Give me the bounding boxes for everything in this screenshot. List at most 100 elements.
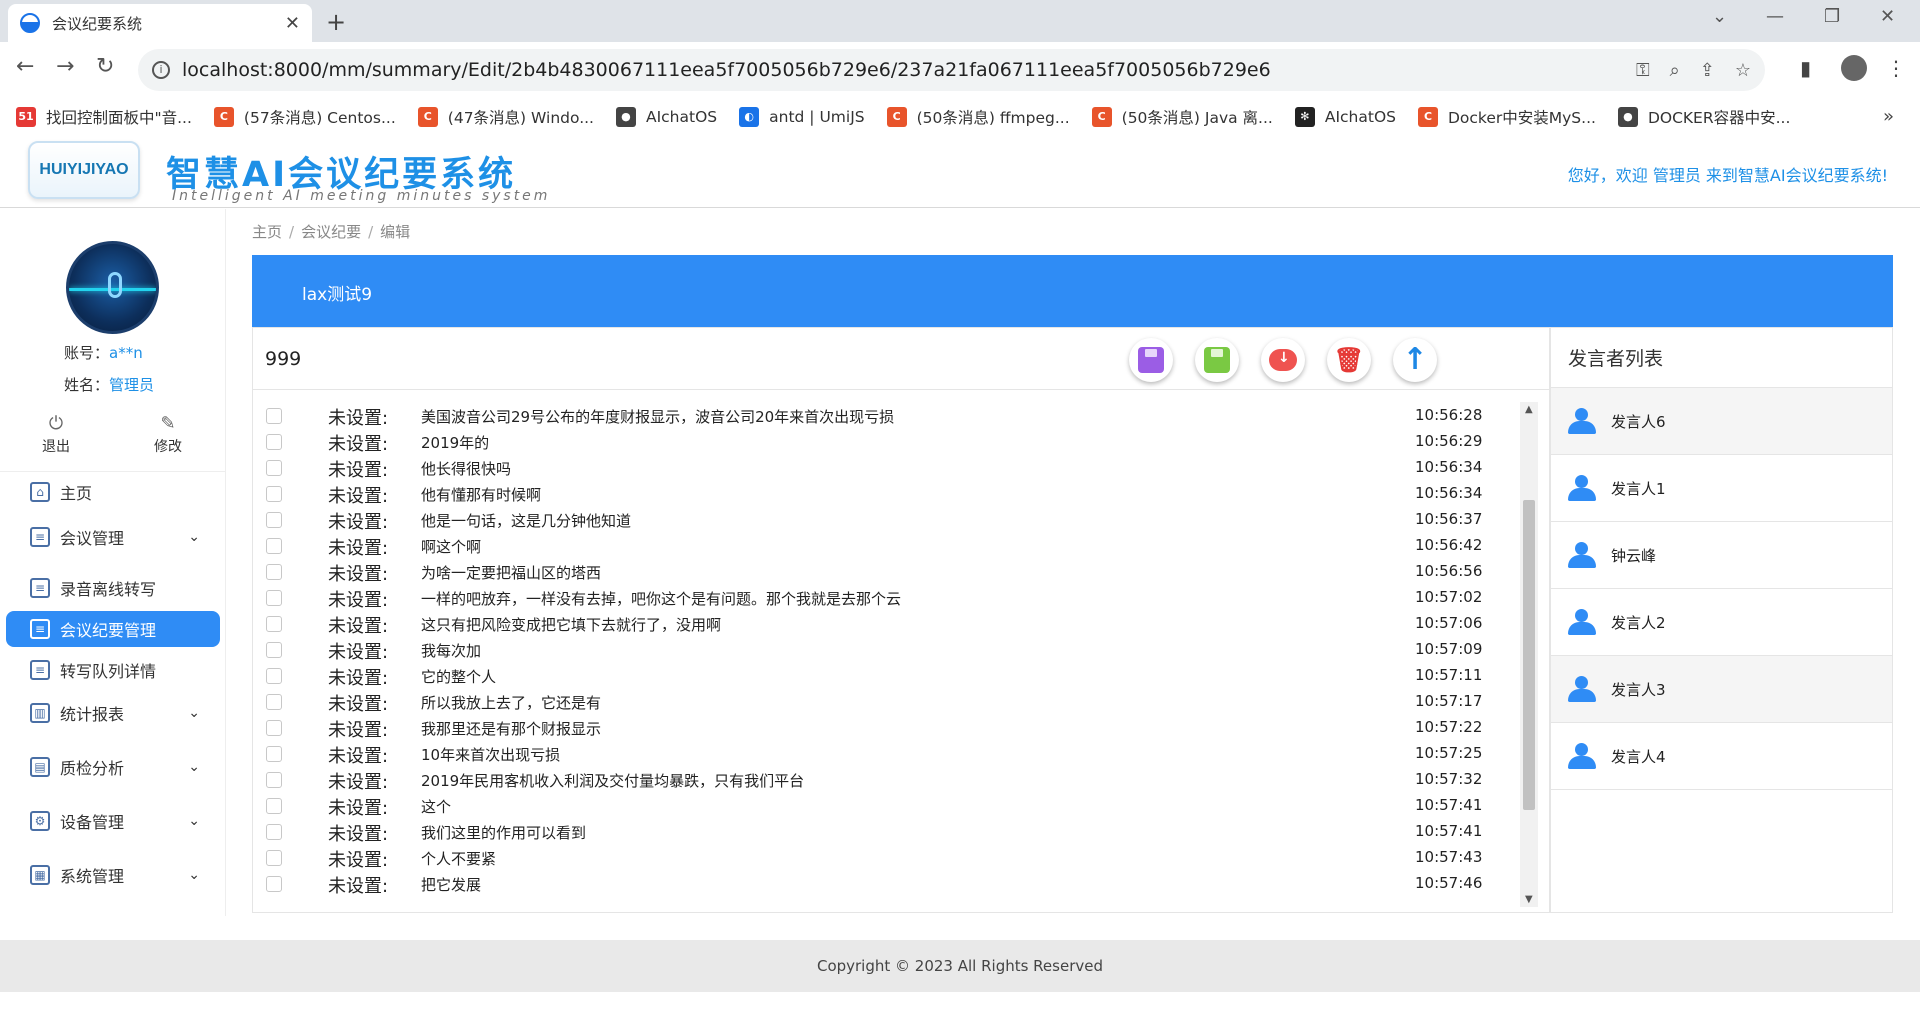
sidebar-item-2[interactable]: ≡ 录音离线转写 (6, 570, 220, 606)
row-checkbox[interactable] (266, 486, 282, 502)
row-checkbox[interactable] (266, 408, 282, 424)
row-speaker[interactable]: 未设置: (328, 638, 388, 664)
url-text[interactable]: localhost:8000/mm/summary/Edit/2b4b48300… (182, 59, 1616, 81)
chevron-down-icon[interactable]: ⌄ (188, 813, 200, 829)
bookmark-item[interactable]: 51 找回控制面板中"音... (16, 106, 192, 128)
row-text[interactable]: 一样的吧放弃，一样没有去掉，吧你这个是有问题。那个我就是去那个云 (421, 588, 901, 609)
sidebar-item-4[interactable]: ≡ 转写队列详情 (6, 652, 220, 688)
row-speaker[interactable]: 未设置: (328, 586, 388, 612)
row-speaker[interactable]: 未设置: (328, 560, 388, 586)
share-icon[interactable]: ⇪ (1700, 60, 1715, 81)
row-speaker[interactable]: 未设置: (328, 690, 388, 716)
sidebar-item-3[interactable]: ≡ 会议纪要管理 (6, 611, 220, 647)
chevron-down-icon[interactable]: ⌄ (188, 759, 200, 775)
reload-icon[interactable]: ↻ (96, 54, 114, 79)
edit-profile-button[interactable]: ✎ 修改 (138, 413, 198, 456)
row-speaker[interactable]: 未设置: (328, 404, 388, 430)
row-checkbox[interactable] (266, 798, 282, 814)
row-text[interactable]: 这个 (421, 796, 451, 817)
row-checkbox[interactable] (266, 460, 282, 476)
row-checkbox[interactable] (266, 668, 282, 684)
save-as-button[interactable] (1195, 338, 1239, 382)
bookmark-item[interactable]: C (50条消息) Java 离... (1091, 106, 1273, 128)
sidebar-item-6[interactable]: ▤ 质检分析 ⌄ (6, 749, 220, 785)
row-checkbox[interactable] (266, 850, 282, 866)
bookmark-item[interactable]: C Docker中安装MyS... (1417, 106, 1596, 128)
row-text[interactable]: 啊这个啊 (421, 536, 481, 557)
sidebar-item-1[interactable]: ≡ 会议管理 ⌄ (6, 519, 220, 555)
speaker-item[interactable]: 发言人6 (1551, 388, 1892, 455)
bookmark-item[interactable]: C (50条消息) ffmpeg... (886, 106, 1070, 128)
transcript-row[interactable]: 未设置: 我那里还是有那个财报显示 10:57:22 (253, 714, 1525, 741)
key-icon[interactable]: ⚿ (1636, 60, 1650, 81)
chevron-down-icon[interactable]: ⌄ (188, 705, 200, 721)
speaker-item[interactable]: 发言人4 (1551, 723, 1892, 790)
download-button[interactable] (1261, 338, 1305, 382)
row-checkbox[interactable] (266, 876, 282, 892)
speaker-item[interactable]: 发言人2 (1551, 589, 1892, 656)
restore-icon[interactable]: ❐ (1824, 6, 1840, 27)
transcript-row[interactable]: 未设置: 所以我放上去了，它还是有 10:57:17 (253, 688, 1525, 716)
save-button[interactable] (1129, 338, 1173, 382)
row-text[interactable]: 所以我放上去了，它还是有 (421, 692, 601, 713)
sidebar-item-0[interactable]: ⌂ 主页 (6, 474, 220, 510)
logout-button[interactable]: ⏻ 退出 (26, 413, 86, 456)
row-checkbox[interactable] (266, 642, 282, 658)
logo[interactable]: HUIYIJIYAO (28, 141, 140, 199)
row-text[interactable]: 我每次加 (421, 640, 481, 661)
row-checkbox[interactable] (266, 772, 282, 788)
bookmark-item[interactable]: ● DOCKER容器中安... (1617, 106, 1790, 128)
transcript-row[interactable]: 未设置: 2019年的 10:56:29 (253, 428, 1525, 456)
site-info-icon[interactable]: i (152, 61, 170, 79)
minimize-icon[interactable]: — (1766, 6, 1784, 27)
transcript-row[interactable]: 未设置: 美国波音公司29号公布的年度财报显示，波音公司20年来首次出现亏损 10:… (253, 402, 1525, 430)
scroll-top-button[interactable]: ↑ (1393, 338, 1437, 382)
row-text[interactable]: 10年来首次出现亏损 (421, 744, 560, 765)
scrollbar-thumb[interactable] (1523, 500, 1535, 810)
sidebar-item-7[interactable]: ⚙ 设备管理 ⌄ (6, 803, 220, 839)
row-checkbox[interactable] (266, 746, 282, 762)
row-text[interactable]: 2019年的 (421, 432, 489, 453)
transcript-row[interactable]: 未设置: 把它发展 10:57:46 (253, 870, 1525, 898)
back-icon[interactable]: ← (16, 54, 34, 79)
window-close-icon[interactable]: ✕ (1880, 6, 1895, 27)
breadcrumb-home[interactable]: 主页 (252, 223, 282, 241)
browser-tab[interactable]: 会议纪要系统 ✕ (8, 4, 312, 42)
sidebar-item-8[interactable]: ▦ 系统管理 ⌄ (6, 857, 220, 893)
row-speaker[interactable]: 未设置: (328, 482, 388, 508)
row-speaker[interactable]: 未设置: (328, 430, 388, 456)
row-speaker[interactable]: 未设置: (328, 820, 388, 846)
row-checkbox[interactable] (266, 538, 282, 554)
transcript-row[interactable]: 未设置: 10年来首次出现亏损 10:57:25 (253, 740, 1525, 767)
transcript-row[interactable]: 未设置: 一样的吧放弃，一样没有去掉，吧你这个是有问题。那个我就是去那个云 10:5… (253, 584, 1525, 612)
sidebar-item-5[interactable]: ▥ 统计报表 ⌄ (6, 695, 220, 731)
row-text[interactable]: 2019年民用客机收入利润及交付量均暴跌，只有我们平台 (421, 770, 804, 791)
breadcrumb-summary[interactable]: 会议纪要 (301, 223, 361, 241)
transcript-row[interactable]: 未设置: 个人不要紧 10:57:43 (253, 844, 1525, 871)
delete-button[interactable]: 🗑 (1327, 338, 1371, 382)
new-tab-icon[interactable]: + (326, 8, 346, 36)
row-text[interactable]: 这只有把风险变成把它填下去就行了，没用啊 (421, 614, 721, 635)
profile-avatar[interactable] (1841, 55, 1867, 81)
row-speaker[interactable]: 未设置: (328, 508, 388, 534)
row-speaker[interactable]: 未设置: (328, 872, 388, 898)
row-text[interactable]: 为啥一定要把福山区的塔西 (421, 562, 601, 583)
row-checkbox[interactable] (266, 564, 282, 580)
transcript-row[interactable]: 未设置: 他是一句话，这是几分钟他知道 10:56:37 (253, 506, 1525, 534)
row-text[interactable]: 我们这里的作用可以看到 (421, 822, 586, 843)
bookmark-star-icon[interactable]: ☆ (1735, 60, 1751, 81)
bookmark-item[interactable]: ● AIchatOS (615, 107, 717, 127)
row-checkbox[interactable] (266, 694, 282, 710)
scroll-down-icon[interactable]: ▼ (1525, 894, 1533, 905)
chevron-down-icon[interactable]: ⌄ (188, 529, 200, 545)
transcript-row[interactable]: 未设置: 它的整个人 10:57:11 (253, 662, 1525, 689)
speaker-item[interactable]: 发言人1 (1551, 455, 1892, 522)
row-text[interactable]: 个人不要紧 (421, 848, 496, 869)
row-text[interactable]: 美国波音公司29号公布的年度财报显示，波音公司20年来首次出现亏损 (421, 406, 894, 427)
row-speaker[interactable]: 未设置: (328, 534, 388, 560)
side-panel-icon[interactable]: ▮ (1800, 56, 1811, 80)
transcript-row[interactable]: 未设置: 啊这个啊 10:56:42 (253, 532, 1525, 560)
row-text[interactable]: 我那里还是有那个财报显示 (421, 718, 601, 739)
row-checkbox[interactable] (266, 512, 282, 528)
row-checkbox[interactable] (266, 720, 282, 736)
